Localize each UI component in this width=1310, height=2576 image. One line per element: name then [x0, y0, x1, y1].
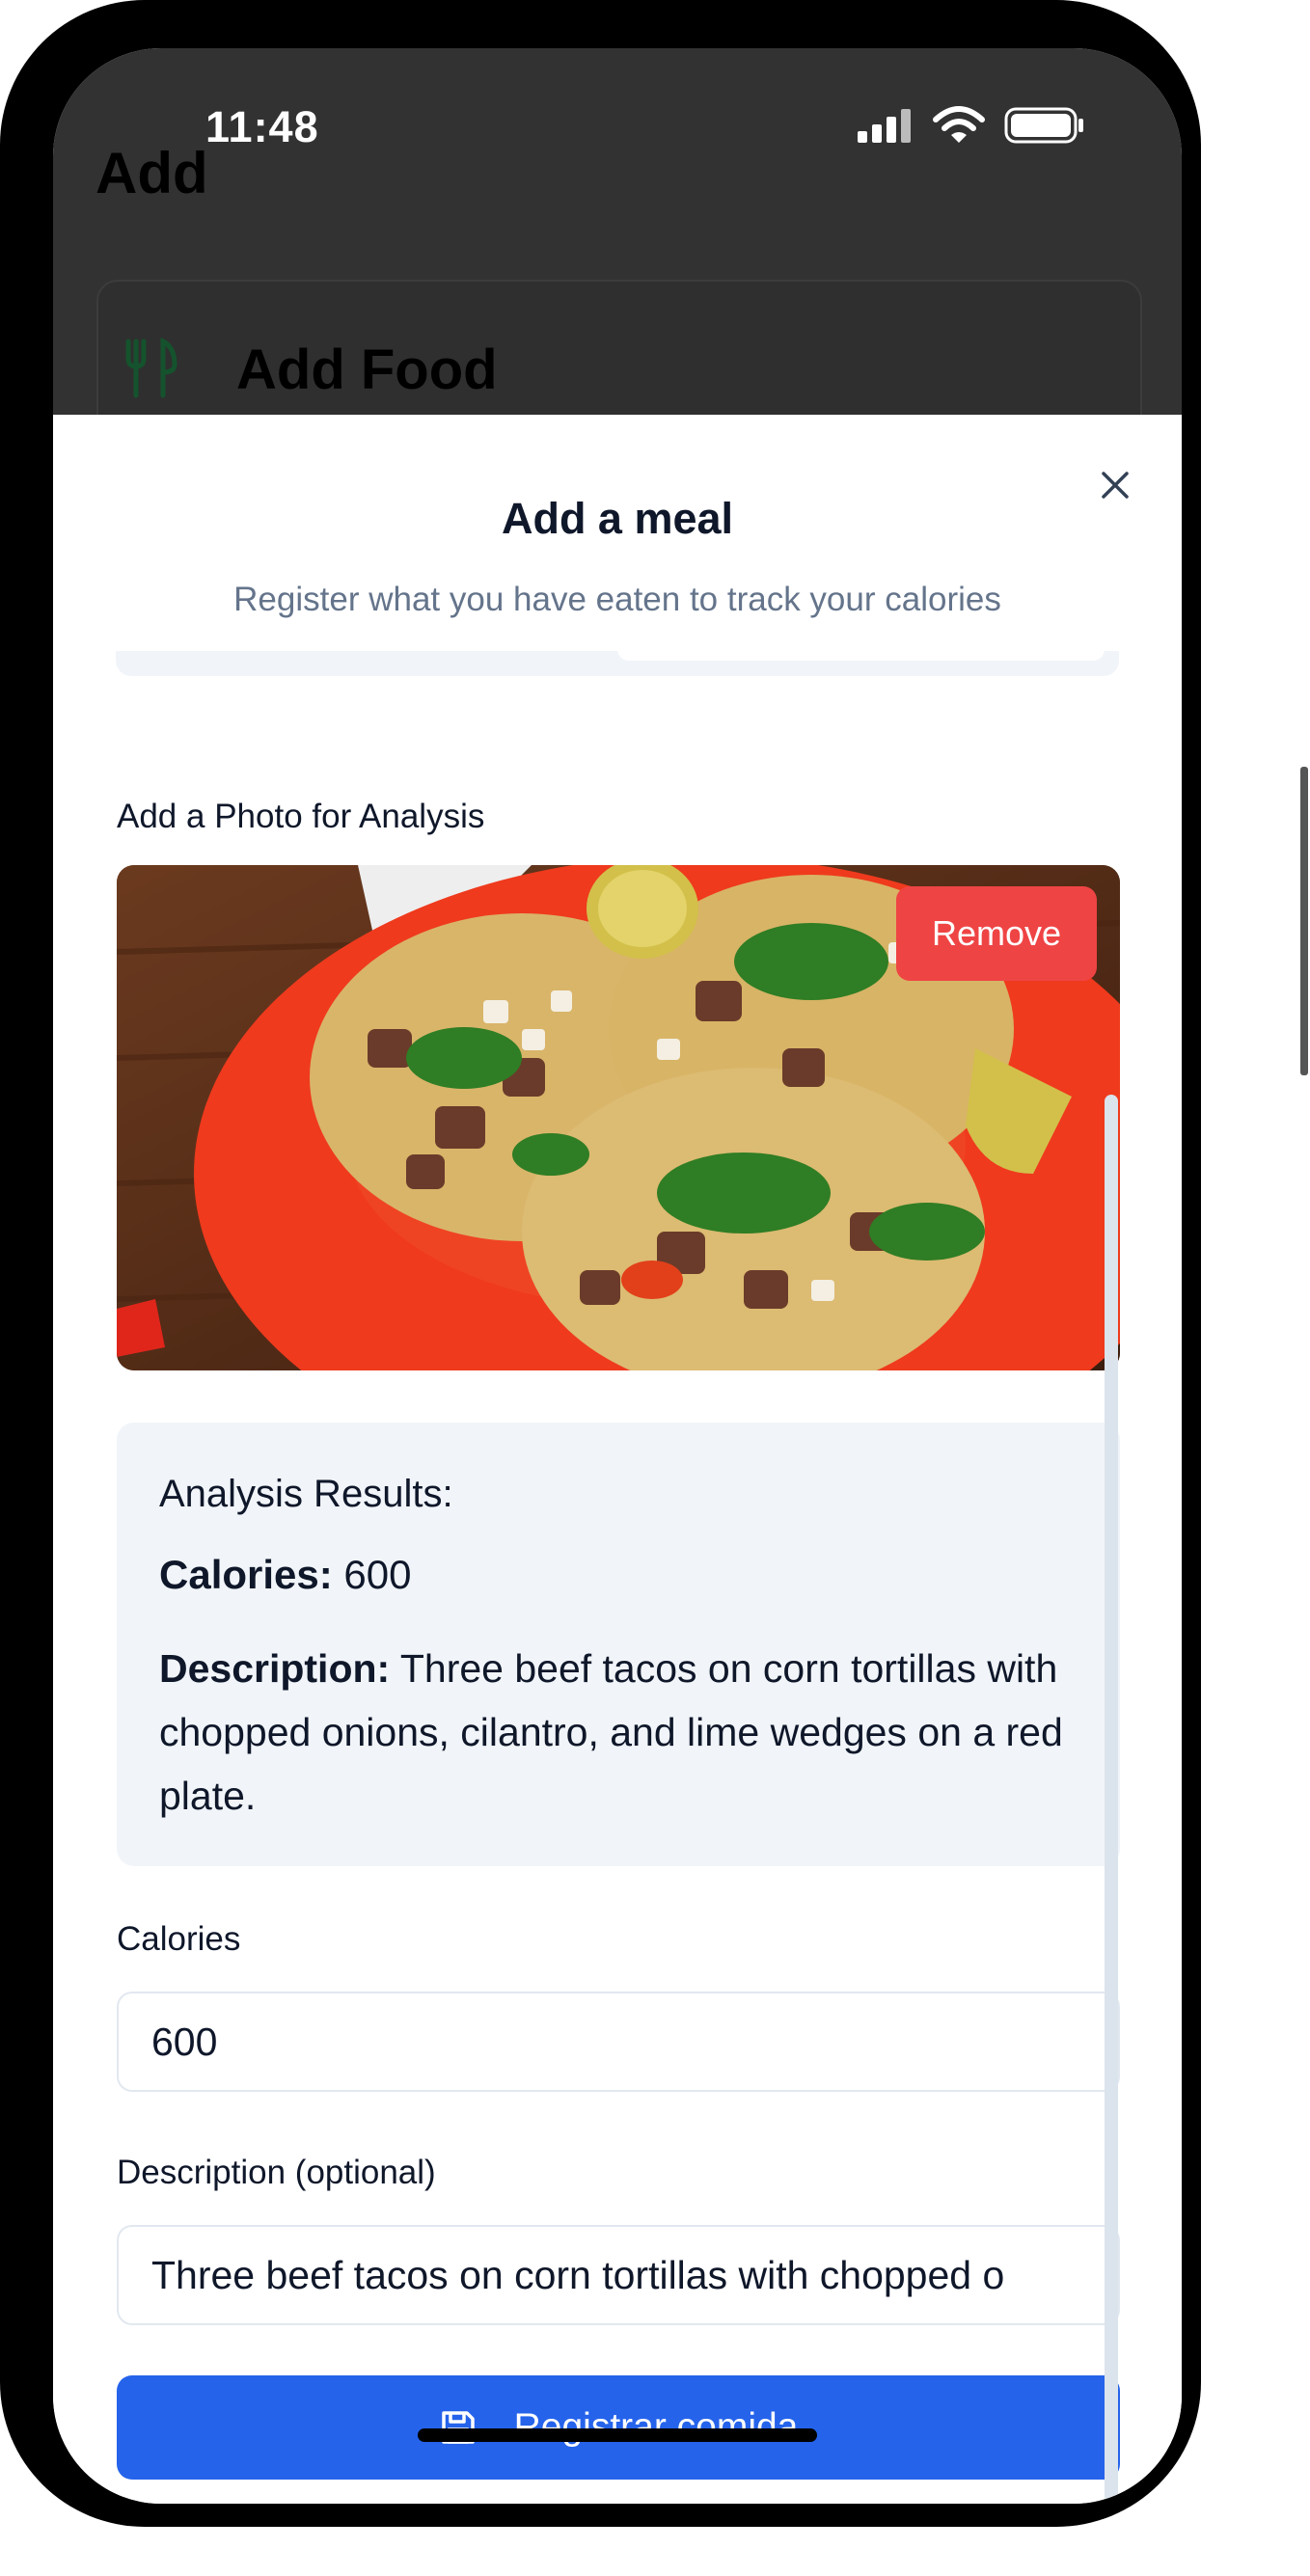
- analysis-description-row: Description: Three beef tacos on corn to…: [159, 1637, 1085, 1828]
- tab-strip: [116, 651, 1119, 676]
- background-page-title: Add: [96, 141, 208, 205]
- side-edge-mark: [1300, 767, 1308, 1075]
- signal-icon: [858, 109, 911, 143]
- analysis-heading: Analysis Results:: [159, 1473, 453, 1515]
- analysis-description-label: Description:: [159, 1646, 391, 1691]
- phone-frame: 11:48 Add Add Food Add a meal Register w…: [0, 0, 1201, 2527]
- calories-field-label: Calories: [117, 1920, 241, 1958]
- description-field-label: Description (optional): [117, 2154, 436, 2191]
- analysis-calories-row: Calories: 600: [159, 1552, 411, 1598]
- register-meal-label: Registrar comida: [513, 2406, 799, 2448]
- description-input[interactable]: Three beef tacos on corn tortillas with …: [117, 2225, 1120, 2325]
- register-meal-button[interactable]: Registrar comida: [117, 2375, 1120, 2480]
- utensils-icon: [125, 338, 177, 398]
- status-icons: [856, 106, 1085, 145]
- screen: 11:48 Add Add Food Add a meal Register w…: [53, 48, 1182, 2504]
- meal-photo: Remove: [117, 865, 1120, 1370]
- home-indicator[interactable]: [418, 2428, 817, 2442]
- analysis-calories-value: 600: [343, 1552, 412, 1597]
- photo-label: Add a Photo for Analysis: [117, 798, 485, 835]
- background-card-title: Add Food: [236, 339, 498, 401]
- dialog-scroll-area[interactable]: Add a Photo for Analysis Remove Analysis…: [53, 651, 1182, 2504]
- tab-active[interactable]: [617, 651, 1105, 661]
- dialog-title: Add a meal: [501, 494, 734, 543]
- analysis-calories-label: Calories:: [159, 1552, 333, 1597]
- remove-photo-button[interactable]: Remove: [896, 886, 1097, 981]
- add-meal-dialog: Add a meal Register what you have eaten …: [53, 415, 1182, 2504]
- calories-input[interactable]: 600: [117, 1992, 1120, 2092]
- dialog-subtitle: Register what you have eaten to track yo…: [233, 581, 1001, 618]
- analysis-results-panel: Analysis Results: Calories: 600 Descript…: [117, 1423, 1120, 1866]
- status-time: 11:48: [205, 102, 319, 151]
- wifi-icon: [933, 106, 985, 143]
- scrollbar[interactable]: [1105, 1095, 1118, 2503]
- battery-icon: [1004, 107, 1083, 144]
